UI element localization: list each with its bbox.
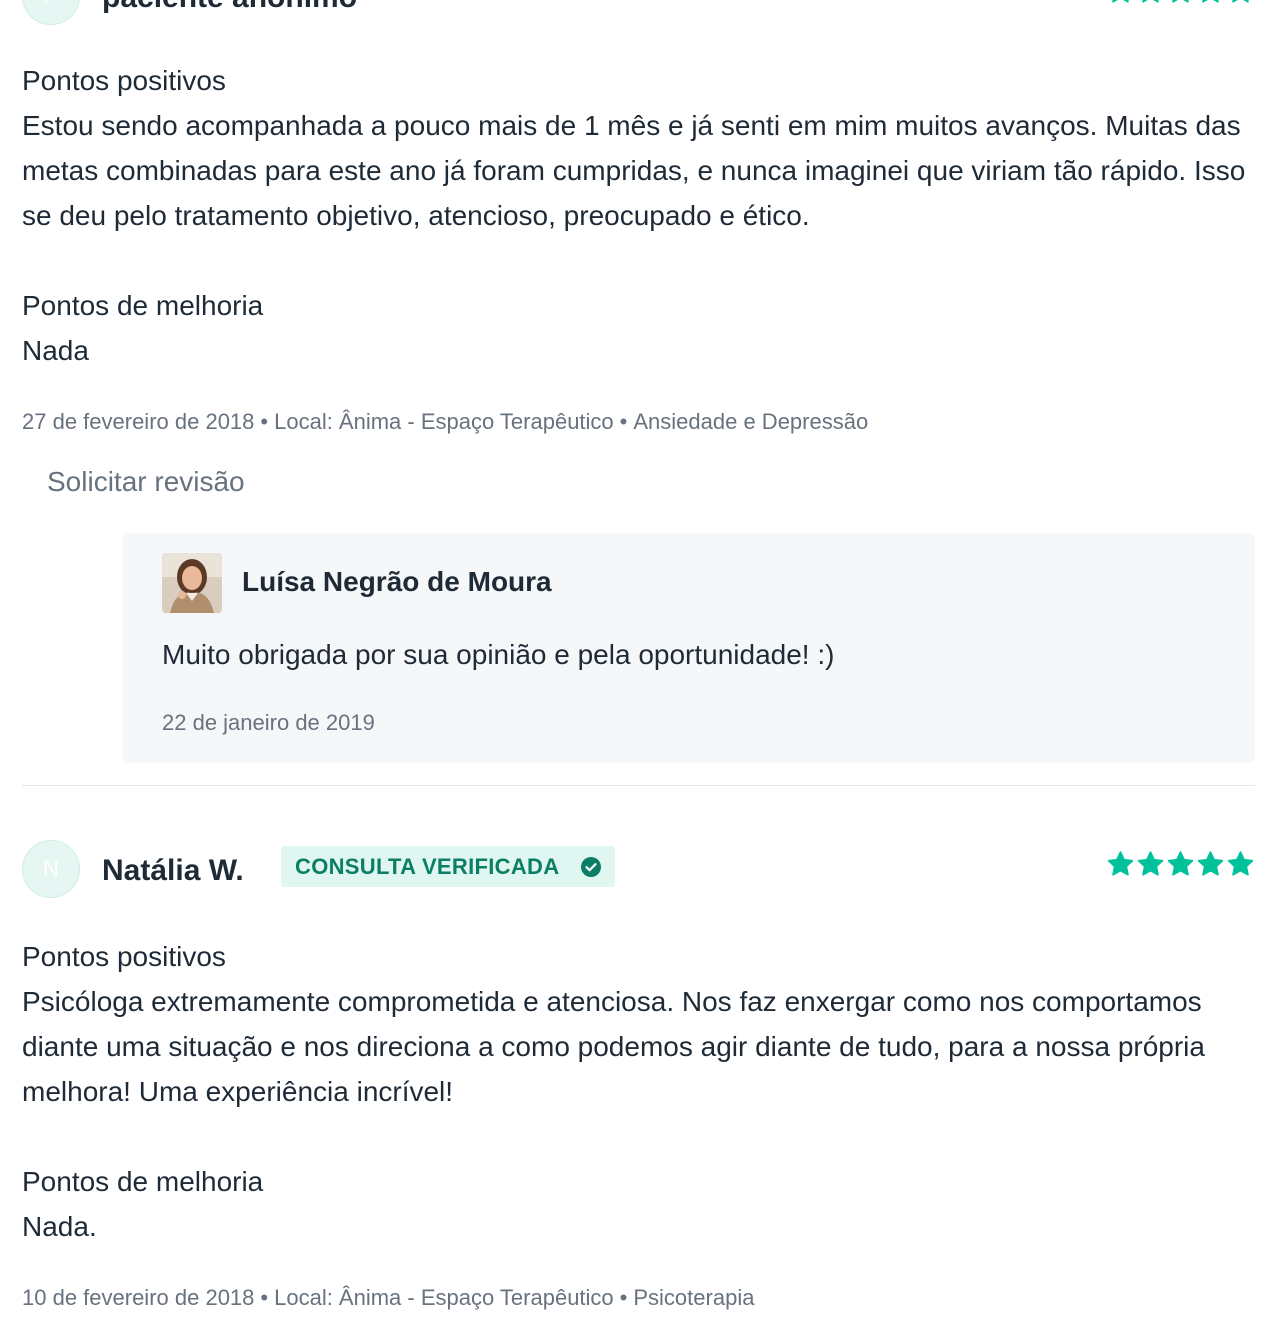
positive-points-title: Pontos positivos — [22, 65, 226, 96]
reviewer-avatar: N — [22, 840, 80, 898]
request-review-button[interactable]: Solicitar revisão — [47, 465, 1255, 499]
positive-points-text: Estou sendo acompanhada a pouco mais de … — [22, 110, 1246, 231]
star-icon — [1142, 0, 1159, 3]
check-circle-icon — [581, 856, 602, 877]
doctor-photo-icon — [162, 553, 222, 613]
star-icon — [1167, 851, 1194, 876]
positive-points-title: Pontos positivos — [22, 941, 226, 972]
rating-stars — [1106, 0, 1255, 5]
review-topic[interactable]: Psicoterapia — [633, 1285, 754, 1310]
improvement-points-text: Nada — [22, 335, 89, 366]
star-icon — [1107, 851, 1134, 876]
reviewer-name: Natália W. — [102, 854, 244, 887]
verified-label: CONSULTA VERIFICADA — [295, 853, 560, 879]
reply-author[interactable]: Luísa Negrão de Moura — [242, 566, 552, 598]
improvement-points: Pontos de melhoria Nada. — [22, 1159, 1255, 1249]
avatar-initial: N — [43, 856, 59, 881]
review-topic[interactable]: Ansiedade e Depressão — [633, 409, 868, 434]
review-date: 27 de fevereiro de 2018 — [22, 409, 255, 434]
improvement-points-text: Nada. — [22, 1211, 97, 1242]
star-icon — [1137, 851, 1164, 876]
meta-separator: • — [260, 1285, 269, 1310]
review-card: N Natália W. CONSULTA VERIFICADA Pontos … — [22, 840, 1255, 1313]
star-icon — [1232, 0, 1249, 3]
reviewer-avatar: P — [22, 0, 80, 25]
improvement-points-title: Pontos de melhoria — [22, 290, 264, 321]
review-location[interactable]: Local: Ânima - Espaço Terapêutico — [274, 409, 614, 434]
reply-date: 22 de janeiro de 2019 — [162, 710, 375, 735]
star-icon — [1197, 851, 1224, 876]
improvement-points-title: Pontos de melhoria — [22, 1166, 264, 1197]
star-icon — [1112, 0, 1129, 3]
review-meta: 27 de fevereiro de 2018 • Local: Ânima - E… — [22, 407, 1255, 437]
star-icon — [1172, 0, 1189, 3]
avatar-initial: P — [44, 0, 59, 9]
review-header: P paciente anônimo — [22, 0, 1255, 27]
star-icon — [1227, 851, 1254, 876]
doctor-reply: Luísa Negrão de Moura Muito obrigada por… — [122, 533, 1255, 763]
meta-separator: • — [260, 409, 269, 434]
improvement-points: Pontos de melhoria Nada — [22, 283, 1255, 373]
reply-text: Muito obrigada por sua opinião e pela op… — [162, 639, 835, 670]
meta-separator: • — [619, 409, 628, 434]
positive-points: Pontos positivos Estou sendo acompanhada… — [22, 58, 1255, 238]
doctor-avatar — [162, 553, 222, 613]
review-header: N Natália W. CONSULTA VERIFICADA — [22, 840, 1255, 900]
reviewer-name: paciente anônimo — [102, 0, 357, 15]
meta-separator: • — [619, 1285, 628, 1310]
positive-points-text: Psicóloga extremamente comprometida e at… — [22, 986, 1205, 1107]
review-meta: 10 de fevereiro de 2018 • Local: Ânima - E… — [22, 1283, 1255, 1313]
review-card: P paciente anônimo Pontos positivos Esto… — [22, 0, 1255, 763]
review-date: 10 de fevereiro de 2018 — [22, 1285, 255, 1310]
verified-badge: CONSULTA VERIFICADA — [281, 846, 616, 887]
review-location[interactable]: Local: Ânima - Espaço Terapêutico — [274, 1285, 614, 1310]
star-icon — [1202, 0, 1219, 3]
review-divider — [22, 785, 1255, 786]
rating-stars — [1106, 850, 1255, 878]
positive-points: Pontos positivos Psicóloga extremamente … — [22, 934, 1255, 1114]
